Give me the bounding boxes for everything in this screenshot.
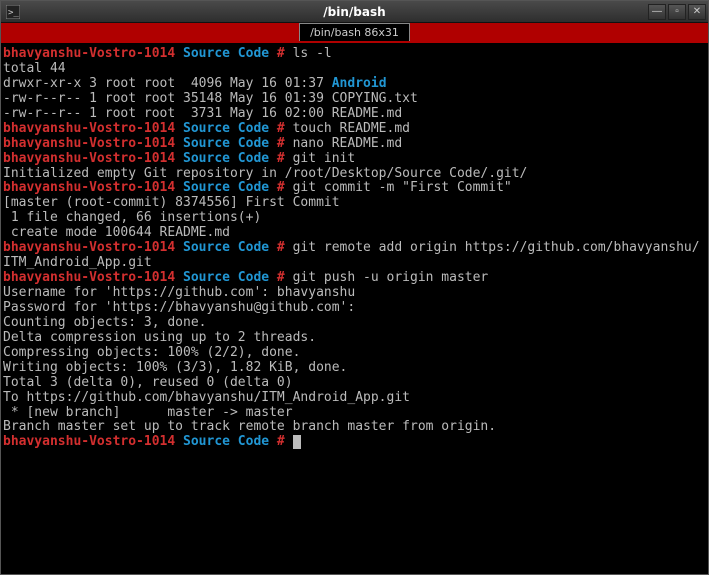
prompt-host: bhavyanshu-Vostro-1014 — [3, 180, 175, 195]
command-text: git init — [293, 151, 356, 166]
prompt-line: bhavyanshu-Vostro-1014 Source Code # git… — [3, 152, 706, 167]
prompt-line: bhavyanshu-Vostro-1014 Source Code # ls … — [3, 47, 706, 62]
tab-active[interactable]: /bin/bash 86x31 — [299, 23, 410, 41]
prompt-separator: # — [269, 136, 292, 151]
titlebar[interactable]: >_ /bin/bash — ▫ ✕ — [1, 1, 708, 23]
prompt-line: bhavyanshu-Vostro-1014 Source Code # tou… — [3, 122, 706, 137]
minimize-button[interactable]: — — [648, 4, 666, 20]
output-line: * [new branch] master -> master — [3, 406, 706, 421]
output-line: Writing objects: 100% (3/3), 1.82 KiB, d… — [3, 361, 706, 376]
prompt-host: bhavyanshu-Vostro-1014 — [3, 46, 175, 61]
output-line: drwxr-xr-x 3 root root 4096 May 16 01:37… — [3, 77, 706, 92]
prompt-host: bhavyanshu-Vostro-1014 — [3, 121, 175, 136]
terminal-window: >_ /bin/bash — ▫ ✕ /bin/bash 86x31 bhavy… — [0, 0, 709, 575]
prompt-cwd: Source Code — [183, 136, 269, 151]
prompt-cwd: Source Code — [183, 270, 269, 285]
prompt-line: bhavyanshu-Vostro-1014 Source Code # nan… — [3, 137, 706, 152]
output-line: Initialized empty Git repository in /roo… — [3, 167, 706, 182]
prompt-host: bhavyanshu-Vostro-1014 — [3, 434, 175, 449]
command-text: touch README.md — [293, 121, 410, 136]
close-button[interactable]: ✕ — [688, 4, 706, 20]
svg-text:>_: >_ — [8, 8, 19, 18]
prompt-line: bhavyanshu-Vostro-1014 Source Code # git… — [3, 271, 706, 286]
output-line: Username for 'https://github.com': bhavy… — [3, 286, 706, 301]
window-controls: — ▫ ✕ — [648, 4, 706, 20]
prompt-host: bhavyanshu-Vostro-1014 — [3, 151, 175, 166]
output-line: create mode 100644 README.md — [3, 226, 706, 241]
output-line: -rw-r--r-- 1 root root 35148 May 16 01:3… — [3, 92, 706, 107]
output-line: To https://github.com/bhavyanshu/ITM_And… — [3, 391, 706, 406]
output-line: Compressing objects: 100% (2/2), done. — [3, 346, 706, 361]
command-text: ls -l — [293, 46, 332, 61]
prompt-line: bhavyanshu-Vostro-1014 Source Code # git… — [3, 181, 706, 196]
prompt-separator: # — [269, 46, 292, 61]
tab-label: /bin/bash 86x31 — [310, 26, 399, 39]
prompt-cwd: Source Code — [183, 240, 269, 255]
prompt-separator: # — [269, 240, 292, 255]
prompt-host: bhavyanshu-Vostro-1014 — [3, 270, 175, 285]
output-line: -rw-r--r-- 1 root root 3731 May 16 02:00… — [3, 107, 706, 122]
prompt-separator: # — [269, 270, 292, 285]
terminal-icon: >_ — [5, 4, 21, 20]
ls-dirname: Android — [332, 76, 387, 91]
output-line: Counting objects: 3, done. — [3, 316, 706, 331]
prompt-line: bhavyanshu-Vostro-1014 Source Code # — [3, 435, 706, 450]
cursor — [293, 435, 301, 449]
output-line: Delta compression using up to 2 threads. — [3, 331, 706, 346]
output-line: Total 3 (delta 0), reused 0 (delta 0) — [3, 376, 706, 391]
command-text: git push -u origin master — [293, 270, 489, 285]
output-line: total 44 — [3, 62, 706, 77]
command-text: nano README.md — [293, 136, 403, 151]
output-line: Branch master set up to track remote bra… — [3, 420, 706, 435]
tab-bar: /bin/bash 86x31 — [1, 23, 708, 43]
terminal-output[interactable]: bhavyanshu-Vostro-1014 Source Code # ls … — [1, 43, 708, 572]
prompt-host: bhavyanshu-Vostro-1014 — [3, 240, 175, 255]
prompt-separator: # — [269, 151, 292, 166]
prompt-cwd: Source Code — [183, 121, 269, 136]
output-line: 1 file changed, 66 insertions(+) — [3, 211, 706, 226]
prompt-cwd: Source Code — [183, 180, 269, 195]
prompt-cwd: Source Code — [183, 434, 269, 449]
maximize-button[interactable]: ▫ — [668, 4, 686, 20]
command-text: git commit -m "First Commit" — [293, 180, 512, 195]
prompt-host: bhavyanshu-Vostro-1014 — [3, 136, 175, 151]
ls-perms: drwxr-xr-x 3 root root 4096 May 16 01:37 — [3, 76, 332, 91]
output-line: Password for 'https://bhavyanshu@github.… — [3, 301, 706, 316]
output-line: [master (root-commit) 8374556] First Com… — [3, 196, 706, 211]
prompt-separator: # — [269, 180, 292, 195]
prompt-cwd: Source Code — [183, 151, 269, 166]
window-title: /bin/bash — [323, 5, 385, 19]
prompt-cwd: Source Code — [183, 46, 269, 61]
prompt-separator: # — [269, 434, 292, 449]
prompt-separator: # — [269, 121, 292, 136]
prompt-line: bhavyanshu-Vostro-1014 Source Code # git… — [3, 241, 706, 271]
